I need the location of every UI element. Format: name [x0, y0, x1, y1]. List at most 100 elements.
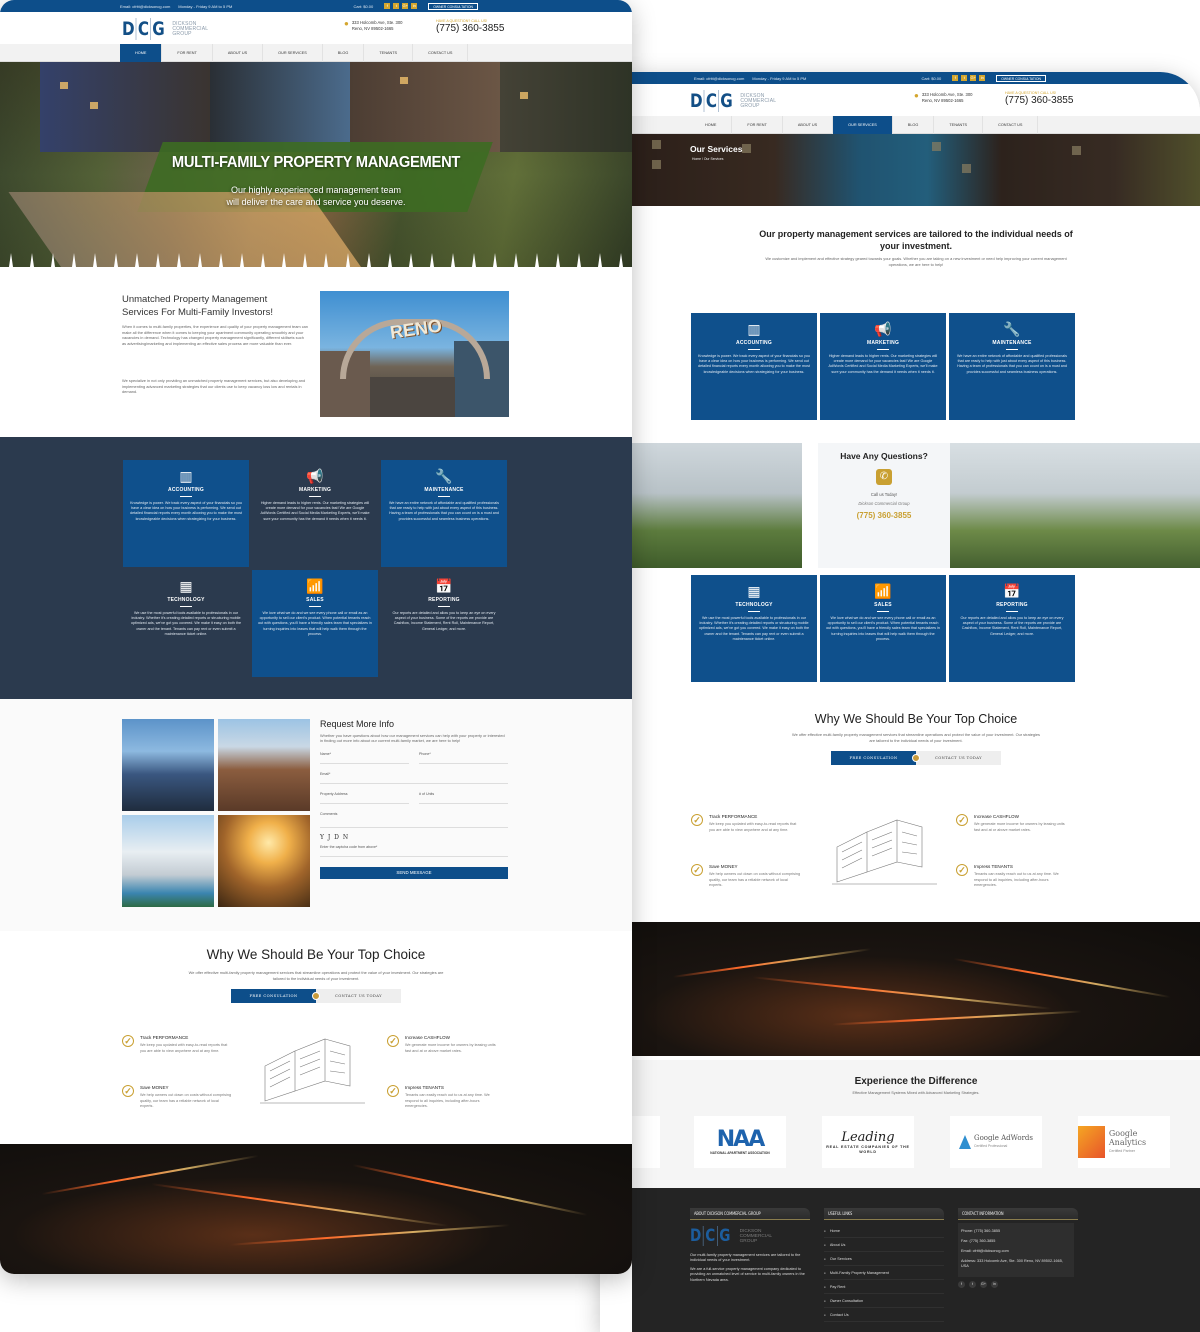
- spike: [408, 253, 413, 267]
- check-icon: ✓: [387, 1035, 399, 1047]
- owner-consultation-button[interactable]: OWNER CONSULTATION: [428, 2, 478, 10]
- nav-home[interactable]: HOME: [120, 44, 163, 62]
- footer-link-pay-rent[interactable]: Pay Rent: [824, 1280, 944, 1294]
- footer-link-consultation[interactable]: Owner Consultation: [824, 1294, 944, 1308]
- comments-field[interactable]: Comments: [320, 812, 508, 828]
- qr-code-icon: ▦: [747, 583, 761, 599]
- phone-field[interactable]: Phone*: [419, 752, 508, 764]
- nav-our-services[interactable]: OUR SERVICES: [263, 44, 323, 62]
- spike: [134, 253, 139, 267]
- twitter-icon[interactable]: t: [969, 1281, 976, 1288]
- questions-phone[interactable]: (775) 360-3855: [818, 511, 950, 520]
- owner-consultation-button[interactable]: OWNER CONSULTATION: [996, 74, 1046, 82]
- footer-phone[interactable]: Phone: (775) 360-3855: [961, 1229, 1071, 1234]
- feature-text: We generate more income for owners by le…: [405, 1043, 496, 1053]
- captcha-field[interactable]: Enter the captcha code from above*: [320, 845, 508, 857]
- footer-link-multifamily[interactable]: Multi-Family Property Management: [824, 1266, 944, 1280]
- logo[interactable]: DCG DICKSON COMMERCIAL GROUP: [690, 90, 776, 112]
- footer-link-services[interactable]: Our Services: [824, 1252, 944, 1266]
- free-consultation-button[interactable]: FREE CONSULATION: [831, 751, 916, 766]
- light-trail: [230, 1224, 510, 1246]
- reno-arch-photo: RENO: [320, 291, 509, 417]
- linkedin-icon[interactable]: in: [979, 75, 986, 81]
- nav-for-rent[interactable]: FOR RENT: [162, 44, 213, 62]
- contact-us-today-button[interactable]: CONTACT US TODAY: [916, 751, 1001, 766]
- service-card-reporting[interactable]: 📅 REPORTING Our reports are detailed and a…: [381, 570, 507, 677]
- facebook-icon[interactable]: f: [952, 75, 959, 81]
- footer-link-about[interactable]: About Us: [824, 1238, 944, 1252]
- hours-text: Monday - Friday 9 AM to 5 PM: [178, 3, 233, 9]
- service-card-accounting[interactable]: ▥ ACCOUNTING Knowledge is power. We track …: [123, 460, 249, 567]
- property-address-field[interactable]: Property Address: [320, 792, 409, 804]
- nav-home[interactable]: HOME: [690, 116, 733, 134]
- spike: [366, 253, 371, 267]
- google-plus-icon[interactable]: G+: [402, 3, 409, 9]
- nav-our-services[interactable]: OUR SERVICES: [833, 116, 893, 134]
- main-nav: HOME FOR RENT ABOUT US OUR SERVICES BLOG…: [0, 44, 632, 62]
- nav-tenants[interactable]: TENANTS: [934, 116, 984, 134]
- request-info-section: Request More Info Whether you have quest…: [0, 699, 632, 931]
- nav-contact-us[interactable]: CONTACT US: [983, 116, 1039, 134]
- nav-for-rent[interactable]: FOR RENT: [732, 116, 783, 134]
- google-plus-icon[interactable]: G+: [970, 75, 977, 81]
- logo[interactable]: DCG DICKSON COMMERCIAL GROUP: [122, 18, 208, 40]
- logo-letter: G: [719, 1226, 731, 1246]
- cart-link[interactable]: Cart: $0.00: [921, 76, 941, 81]
- linkedin-icon[interactable]: in: [991, 1281, 998, 1288]
- service-title: MARKETING: [866, 340, 900, 346]
- service-text: Higher demand leads to higher rents. Our…: [828, 354, 938, 374]
- email-link[interactable]: Email: cfritt@dicksoncg.com: [120, 4, 170, 9]
- building-sketch: [832, 819, 937, 885]
- facebook-icon[interactable]: f: [384, 3, 391, 9]
- twitter-icon[interactable]: t: [393, 3, 400, 9]
- service-card-sales[interactable]: 📶 SALES We love what we do and we see ever…: [252, 570, 378, 677]
- footer-logo[interactable]: DCG DICKSON COMMERCIAL GROUP: [690, 1226, 810, 1246]
- address-line: Reno, NV 89502-1665: [351, 26, 394, 31]
- email-link[interactable]: Email: cfritt@dicksoncg.com: [694, 76, 744, 81]
- nav-blog[interactable]: BLOG: [323, 44, 365, 62]
- service-card-marketing[interactable]: 📢 MARKETING Higher demand leads to higher …: [820, 313, 946, 420]
- free-consultation-button[interactable]: FREE CONSULATION: [231, 989, 316, 1004]
- breadcrumb-home[interactable]: Home: [692, 157, 701, 161]
- divider: [309, 496, 321, 497]
- service-card-marketing[interactable]: 📢 MARKETING Higher demand leads to higher …: [252, 460, 378, 567]
- cart-link[interactable]: Cart: $0.00: [353, 4, 373, 9]
- footer-email[interactable]: Email: cfritt@dicksoncg.com: [961, 1249, 1071, 1254]
- service-card-technology[interactable]: ▦ TECHNOLOGY We use the most powerful tool…: [123, 570, 249, 677]
- partner-logo-adwords[interactable]: Google AdWords Certified Professional: [950, 1116, 1042, 1168]
- feature-item: ✓ Increase CASHFLOW We generate more incom…: [387, 1035, 497, 1054]
- nav-about-us[interactable]: ABOUT US: [783, 116, 834, 134]
- nav-blog[interactable]: BLOG: [893, 116, 935, 134]
- header-phone[interactable]: (775) 360-3855: [436, 23, 504, 34]
- facebook-icon[interactable]: f: [958, 1281, 965, 1288]
- service-card-reporting[interactable]: 📅 REPORTING Our reports are detailed and a…: [949, 575, 1075, 682]
- service-card-sales[interactable]: 📶 SALES We love what we do and we see ever…: [820, 575, 946, 682]
- partner-logo-analytics[interactable]: Google Analytics Certified Partner: [1078, 1116, 1170, 1168]
- nav-contact-us[interactable]: CONTACT US: [413, 44, 469, 62]
- service-card-technology[interactable]: ▦ TECHNOLOGY We use the most powerful tool…: [691, 575, 817, 682]
- email-field[interactable]: Email*: [320, 772, 508, 784]
- twitter-icon[interactable]: t: [961, 75, 968, 81]
- partner-logo-leading[interactable]: Leading REAL ESTATE COMPANIES OF THE WOR…: [822, 1116, 914, 1168]
- service-text: We love what we do and we see every phon…: [826, 616, 940, 641]
- footer-about-text: We are a full-service property managemen…: [690, 1266, 805, 1282]
- nav-tenants[interactable]: TENANTS: [364, 44, 414, 62]
- units-field[interactable]: # of Units: [419, 792, 508, 804]
- contact-us-today-button[interactable]: CONTACT US TODAY: [316, 989, 401, 1004]
- name-field[interactable]: Name*: [320, 752, 409, 764]
- footer-link-contact[interactable]: Contact Us: [824, 1308, 944, 1322]
- divider: [748, 611, 760, 612]
- service-card-accounting[interactable]: ▥ ACCOUNTING Knowledge is power. We track …: [691, 313, 817, 420]
- nav-about-us[interactable]: ABOUT US: [213, 44, 264, 62]
- send-message-button[interactable]: SEND MESSAGE: [320, 866, 508, 879]
- header-phone[interactable]: (775) 360-3855: [1005, 95, 1073, 106]
- service-card-maintenance[interactable]: 🔧 MAINTENANCE We have an entire network of…: [381, 460, 507, 567]
- google-plus-icon[interactable]: G+: [980, 1281, 987, 1288]
- footer-link-home[interactable]: Home: [824, 1224, 944, 1238]
- linkedin-icon[interactable]: in: [411, 3, 418, 9]
- spike: [345, 253, 350, 267]
- service-text: We have an entire network of affordable …: [389, 501, 499, 521]
- intro-section: Unmatched Property Management Services F…: [0, 269, 632, 437]
- partner-logo-naa[interactable]: NAA NATIONAL APARTMENT ASSOCIATION: [694, 1116, 786, 1168]
- service-card-maintenance[interactable]: 🔧 MAINTENANCE We have an entire network of…: [949, 313, 1075, 420]
